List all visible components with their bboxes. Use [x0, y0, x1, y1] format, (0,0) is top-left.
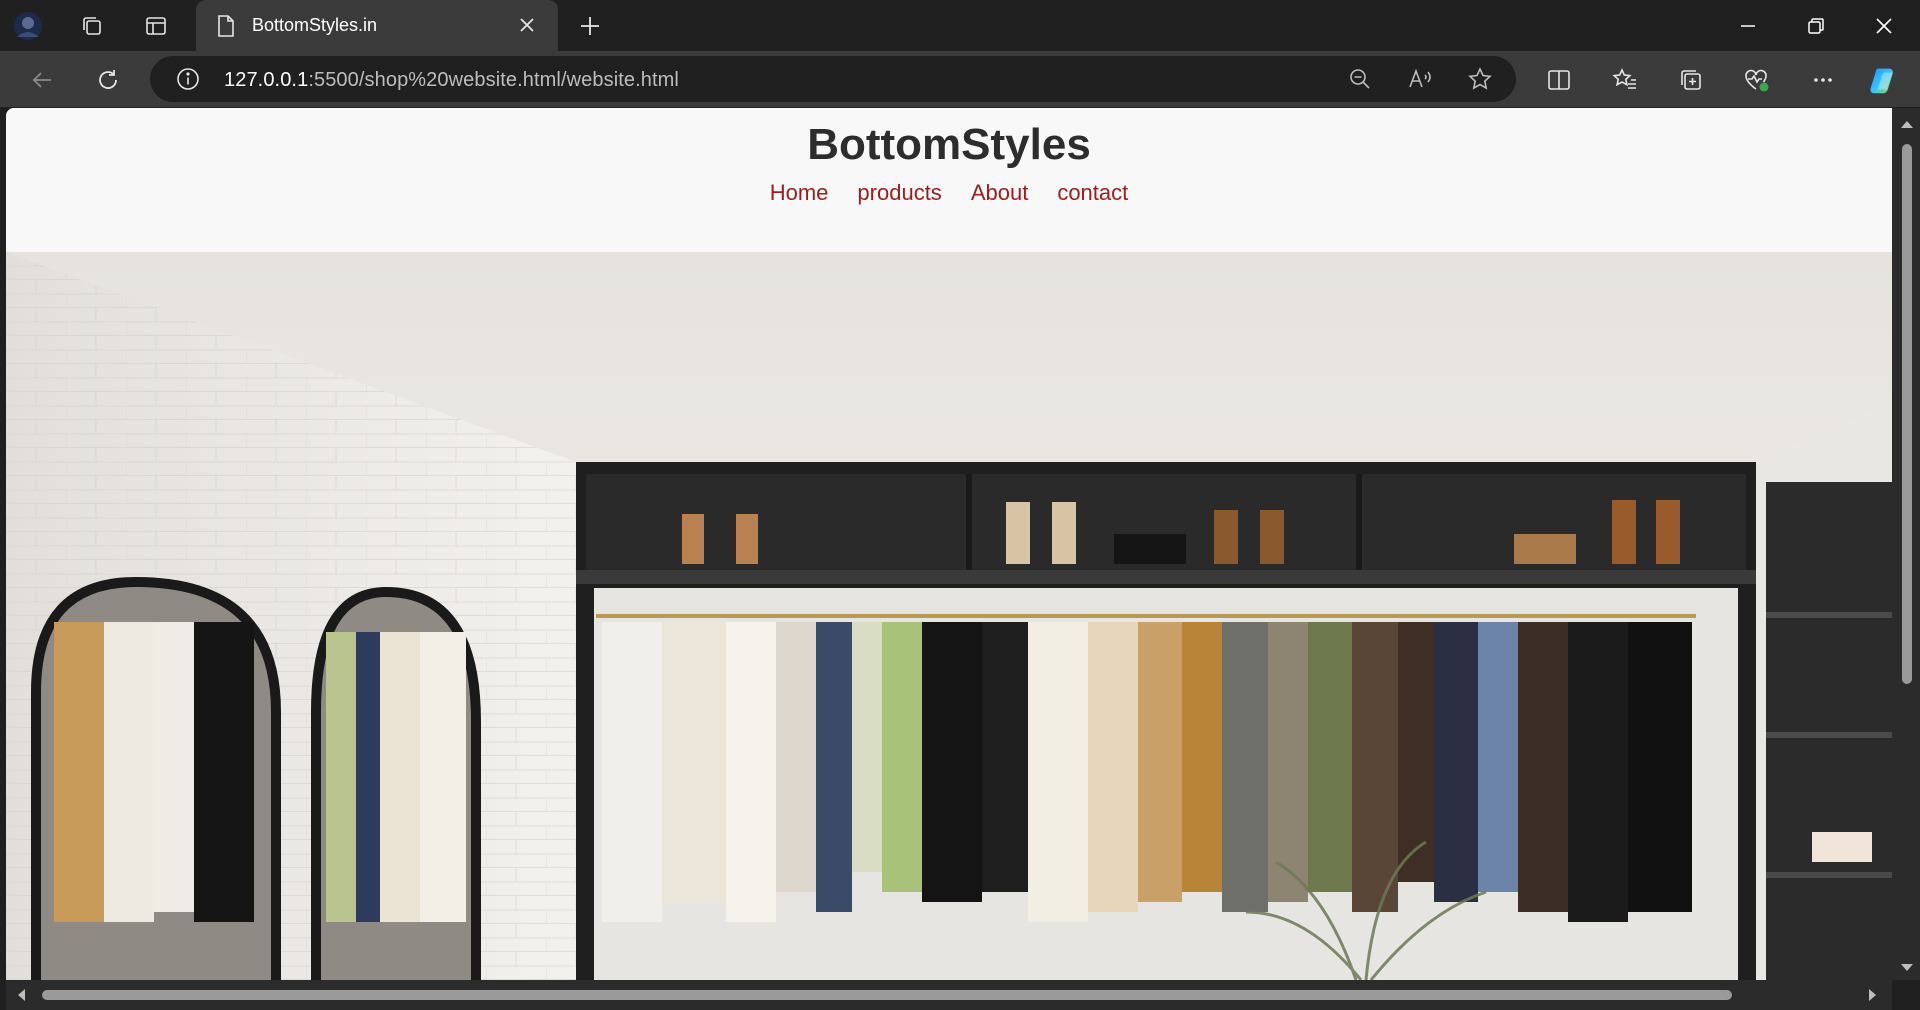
close-tab-icon[interactable] [516, 14, 538, 41]
favorite-star-icon[interactable] [1464, 63, 1496, 95]
document-icon [216, 14, 236, 43]
tab-bar: BottomStyles.in [0, 0, 1920, 51]
back-icon[interactable] [25, 63, 59, 97]
minimize-icon[interactable] [1728, 8, 1768, 44]
brand-title: BottomStyles [807, 120, 1091, 169]
nav-link-home[interactable]: Home [770, 180, 829, 206]
page-viewport: BottomStyles Home products About contact [6, 108, 1892, 980]
scroll-left-icon[interactable] [16, 988, 26, 1007]
workspaces-icon[interactable] [76, 10, 108, 42]
collections-icon[interactable] [1674, 63, 1708, 97]
tab-actions-icon[interactable] [140, 10, 172, 42]
active-tab[interactable]: BottomStyles.in [196, 0, 558, 51]
scroll-right-icon[interactable] [1868, 988, 1878, 1007]
site-header: BottomStyles Home products About contact [6, 108, 1892, 252]
copilot-icon[interactable] [1868, 63, 1902, 97]
new-tab-icon[interactable] [574, 10, 606, 42]
site-nav: Home products About contact [6, 180, 1892, 206]
url-path: :5500/shop%20website.html/website.html [308, 69, 679, 91]
scroll-down-icon[interactable] [1900, 960, 1914, 978]
nav-link-contact[interactable]: contact [1057, 180, 1128, 206]
nav-link-about[interactable]: About [971, 180, 1029, 206]
read-aloud-icon[interactable] [1404, 63, 1436, 95]
vertical-scrollbar[interactable] [1892, 108, 1920, 980]
browser-essentials-icon[interactable] [1740, 63, 1774, 97]
split-screen-icon[interactable] [1542, 63, 1576, 97]
horizontal-scrollbar[interactable] [6, 980, 1892, 1010]
url-host: 127.0.0.1 [224, 69, 309, 91]
refresh-icon[interactable] [91, 63, 125, 97]
horizontal-scroll-thumb[interactable] [42, 990, 1732, 1000]
more-icon[interactable] [1806, 63, 1840, 97]
zoom-out-icon[interactable] [1344, 63, 1376, 95]
restore-icon[interactable] [1796, 8, 1836, 44]
address-toolbar: 127.0.0.1:5500/shop%20website.html/websi… [0, 51, 1920, 107]
tab-title: BottomStyles.in [252, 15, 378, 35]
site-info-icon[interactable] [172, 63, 204, 95]
vertical-scroll-thumb[interactable] [1902, 144, 1912, 684]
favorites-icon[interactable] [1608, 63, 1642, 97]
hero-image [6, 252, 1892, 980]
close-icon[interactable] [1864, 8, 1904, 44]
profile-avatar-icon[interactable] [12, 10, 44, 42]
url-text[interactable]: 127.0.0.1:5500/shop%20website.html/websi… [224, 69, 679, 92]
scroll-up-icon[interactable] [1900, 116, 1914, 134]
nav-link-products[interactable]: products [857, 180, 941, 206]
address-bar[interactable]: 127.0.0.1:5500/shop%20website.html/websi… [150, 56, 1516, 102]
